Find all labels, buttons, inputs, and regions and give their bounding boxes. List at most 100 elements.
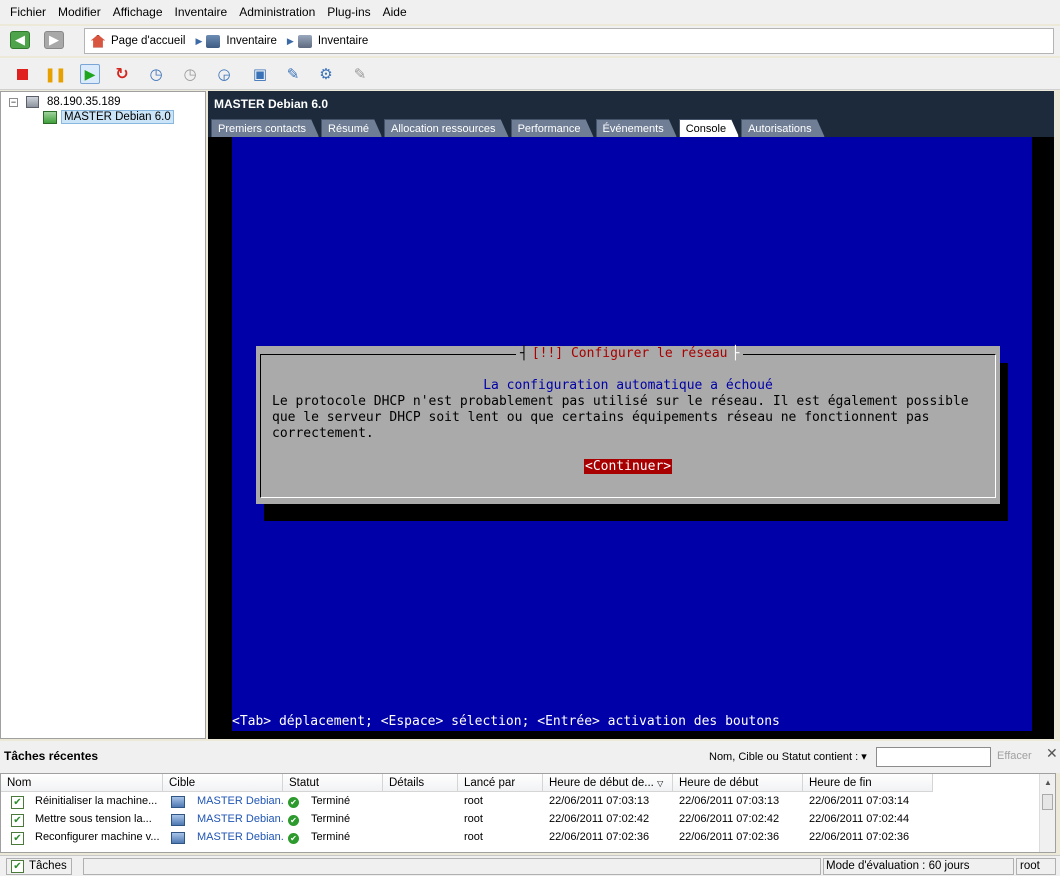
column-header-details[interactable]: Détails — [383, 774, 458, 792]
task-target-link[interactable]: MASTER Debian... — [197, 831, 283, 843]
suspend-icon[interactable]: ❚❚ — [44, 64, 66, 84]
menu-plugins[interactable]: Plug-ins — [321, 5, 376, 19]
forward-arrow-icon[interactable]: ▶ — [44, 31, 64, 49]
column-header-start[interactable]: Heure de début — [673, 774, 803, 792]
tab-events[interactable]: Événements — [596, 119, 677, 137]
vms-templates-icon — [297, 34, 312, 48]
close-icon[interactable]: ✕ — [1046, 745, 1058, 762]
vm-title: MASTER Debian 6.0 — [214, 97, 329, 111]
scroll-up-icon[interactable]: ▲ — [1044, 778, 1052, 787]
table-row[interactable]: ✔ Mettre sous tension la... MASTER Debia… — [1, 811, 1041, 829]
network-config-dialog: [!!] Configurer le réseau La configurati… — [256, 346, 1000, 504]
task-name: Reconfigurer machine v... — [35, 831, 160, 843]
reset-icon[interactable]: ↻ — [112, 64, 132, 84]
menu-affichage[interactable]: Affichage — [107, 5, 169, 19]
vm-icon — [171, 814, 185, 826]
tab-permissions[interactable]: Autorisations — [741, 119, 825, 137]
edit-settings-icon[interactable]: ✎ — [283, 64, 303, 84]
column-header-requested-start[interactable]: Heure de début de... ▽ — [543, 774, 673, 792]
column-header-target[interactable]: Cible — [163, 774, 283, 792]
breadcrumb-home[interactable]: Page d'accueil — [91, 34, 186, 48]
task-complete-icon: ✔ — [11, 796, 24, 809]
collapse-icon[interactable]: − — [9, 97, 18, 107]
dialog-subtitle: La configuration automatique a échoué — [483, 378, 773, 393]
breadcrumb-inventory-label: Inventaire — [226, 35, 277, 47]
menu-modifier[interactable]: Modifier — [52, 5, 107, 19]
breadcrumb-inventory-label: Inventaire — [317, 35, 369, 47]
breadcrumb: Page d'accueil ▶ Inventaire ▶ Inventaire — [84, 28, 1054, 54]
tab-performance[interactable]: Performance — [511, 119, 594, 137]
migrate-icon[interactable]: ⚙ — [316, 64, 336, 84]
menu-fichier[interactable]: Fichier — [4, 5, 52, 19]
success-icon: ✔ — [288, 815, 299, 826]
recent-tasks-bar: Tâches récentes Nom, Cible ou Statut con… — [0, 741, 1060, 773]
status-bar: ✔ Tâches Mode d'évaluation : 60 jours re… — [0, 855, 1060, 876]
clear-button[interactable]: Effacer — [997, 750, 1032, 762]
dialog-message: Le protocole DHCP n'est probablement pas… — [272, 394, 969, 441]
task-end-time: 22/06/2011 07:02:36 — [809, 831, 910, 843]
task-target-link[interactable]: MASTER Debian... — [197, 813, 283, 825]
task-status: Terminé — [311, 831, 351, 843]
sort-desc-icon: ▽ — [657, 779, 664, 788]
tab-resource-allocation[interactable]: Allocation ressources — [384, 119, 509, 137]
breadcrumb-home-label: Page d'accueil — [111, 35, 186, 47]
task-status: Terminé — [311, 795, 351, 807]
task-initiated-by: root — [464, 795, 483, 807]
recent-tasks-title: Tâches récentes — [4, 749, 99, 763]
breadcrumb-inventory-1[interactable]: ▶ Inventaire — [195, 34, 277, 48]
navigation-bar: ◀ ▶ Page d'accueil ▶ Inventaire ▶ Invent… — [0, 26, 1060, 56]
breadcrumb-separator-icon: ▶ — [286, 35, 294, 46]
table-row[interactable]: ✔ Réinitialiser la machine... MASTER Deb… — [1, 793, 1041, 811]
vm-running-icon — [43, 110, 57, 124]
column-header-initiated-by[interactable]: Lancé par — [458, 774, 543, 792]
task-requested-time: 22/06/2011 07:03:13 — [549, 795, 650, 807]
task-name: Réinitialiser la machine... — [35, 795, 158, 807]
filter-input[interactable] — [876, 747, 991, 767]
task-initiated-by: root — [464, 813, 483, 825]
snapshot-icon[interactable]: ◷ — [146, 64, 166, 84]
home-icon — [91, 34, 105, 48]
filter-dropdown[interactable]: Nom, Cible ou Statut contient : ▾ — [709, 750, 867, 763]
menu-bar: Fichier Modifier Affichage Inventaire Ad… — [0, 0, 1060, 24]
tree-host-row[interactable]: − 88.190.35.189 — [9, 96, 121, 108]
vm-icon — [171, 832, 185, 844]
vm-icon — [171, 796, 185, 808]
tab-console[interactable]: Console — [679, 119, 739, 137]
continue-button[interactable]: <Continuer> — [584, 459, 673, 474]
status-message-area — [83, 858, 821, 875]
column-header-name[interactable]: Nom — [1, 774, 163, 792]
table-row[interactable]: ✔ Reconfigurer machine v... MASTER Debia… — [1, 829, 1041, 847]
snapshot-manager-icon[interactable]: ◶ — [214, 64, 234, 84]
tree-vm-row[interactable]: MASTER Debian 6.0 — [43, 110, 174, 124]
inventory-tree: − 88.190.35.189 MASTER Debian 6.0 — [0, 91, 206, 739]
open-console-icon[interactable]: ▣ — [250, 64, 270, 84]
scroll-thumb[interactable] — [1042, 794, 1053, 810]
task-target-link[interactable]: MASTER Debian... — [197, 795, 283, 807]
tools-icon[interactable]: ✎ — [350, 64, 370, 84]
back-arrow-icon[interactable]: ◀ — [10, 31, 30, 49]
menu-inventaire[interactable]: Inventaire — [169, 5, 234, 19]
console-screen[interactable]: [!!] Configurer le réseau La configurati… — [232, 137, 1032, 731]
column-header-end[interactable]: Heure de fin — [803, 774, 933, 792]
tasks-button[interactable]: ✔ Tâches — [6, 858, 72, 875]
task-start-time: 22/06/2011 07:02:36 — [679, 831, 780, 843]
menu-administration[interactable]: Administration — [233, 5, 321, 19]
task-status: Terminé — [311, 813, 351, 825]
tab-getting-started[interactable]: Premiers contacts — [211, 119, 319, 137]
tree-vm-label: MASTER Debian 6.0 — [61, 110, 174, 124]
revert-snapshot-icon[interactable]: ◷ — [180, 64, 200, 84]
column-header-status[interactable]: Statut — [283, 774, 383, 792]
task-end-time: 22/06/2011 07:02:44 — [809, 813, 910, 825]
vm-header: MASTER Debian 6.0 Premiers contacts Résu… — [208, 91, 1054, 137]
power-on-icon[interactable]: ▶ — [80, 64, 100, 84]
filter-label: Nom, Cible ou Statut contient : — [709, 751, 859, 763]
vm-console[interactable]: [!!] Configurer le réseau La configurati… — [208, 137, 1054, 739]
evaluation-mode-status: Mode d'évaluation : 60 jours restants — [823, 858, 1014, 876]
tasks-scrollbar[interactable]: ▲ — [1039, 774, 1055, 852]
breadcrumb-inventory-2[interactable]: ▶ Inventaire — [286, 34, 369, 48]
menu-aide[interactable]: Aide — [377, 5, 413, 19]
current-user: root — [1016, 858, 1056, 875]
vm-tabs: Premiers contacts Résumé Allocation ress… — [211, 119, 827, 137]
tab-summary[interactable]: Résumé — [321, 119, 382, 137]
power-off-icon[interactable] — [12, 64, 32, 84]
